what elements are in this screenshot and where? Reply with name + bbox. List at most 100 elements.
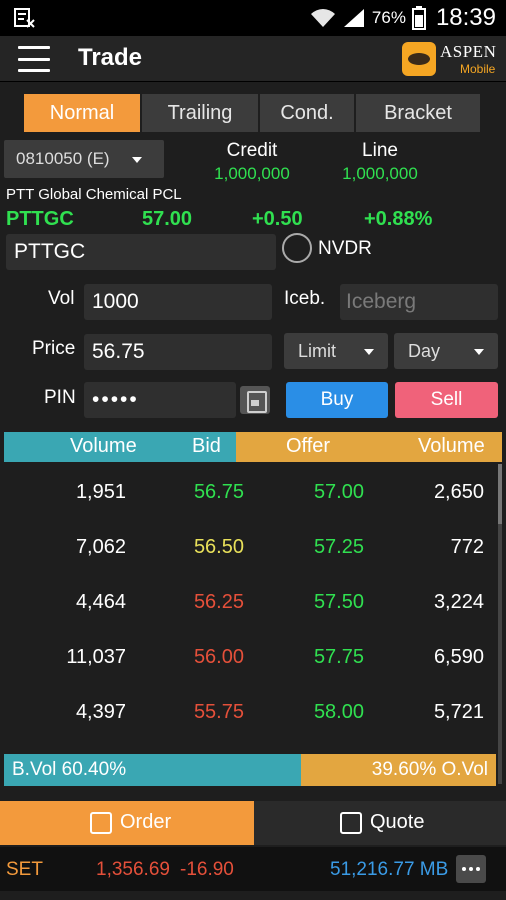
wifi-icon [310,9,335,27]
chevron-down-icon [364,349,374,355]
tab-bracket[interactable]: Bracket [356,94,480,132]
account-value: 0810050 (E) [16,149,110,168]
order-book-row[interactable]: 4,397 55.75 58.00 5,721 [0,701,506,731]
bid-price: 55.75 [193,701,244,723]
market-name: SET [6,859,43,880]
offer-volume: 6,590 [433,646,484,668]
bid-volume-header: Volume [70,435,137,457]
aspen-logo: ASPEN Mobile [402,42,498,78]
notification-icon [14,8,35,28]
battery-percent: 76% [371,8,406,27]
bid-price: 56.75 [193,481,244,503]
tab-order[interactable]: Order [0,801,254,845]
order-icon [90,812,112,834]
order-book-row[interactable]: 11,037 56.00 57.75 6,590 [0,646,506,676]
line-value: 1,000,000 [342,164,418,183]
validity-dropdown[interactable]: Day [394,333,498,369]
order-tab-label: Order [120,811,172,833]
market-value: 51,216.77 MB [330,859,449,880]
nvdr-radio[interactable] [282,233,312,263]
volume-ratio-bar: B.Vol 60.40% 39.60% O.Vol [4,754,496,786]
order-book-row[interactable]: 7,062 56.50 57.25 772 [0,536,506,566]
pin-label: PIN [44,387,76,408]
percent-change: +0.88% [364,208,433,230]
offer-volume: 3,224 [433,591,484,613]
nvdr-label: NVDR [318,238,372,259]
bid-volume: 4,397 [75,701,126,723]
app-bar: Trade ASPEN Mobile [0,36,506,82]
price-change: +0.50 [252,208,303,230]
order-book-row[interactable]: 4,464 56.25 57.50 3,224 [0,591,506,621]
bid-price: 56.25 [193,591,244,613]
page-title: Trade [78,44,143,71]
logo-text: ASPEN [440,42,497,61]
vol-label: Vol [48,288,75,309]
bid-volume-ratio: B.Vol 60.40% [12,759,127,780]
credit-label: Credit [226,140,278,161]
clock: 18:39 [435,4,496,31]
battery-icon [411,6,426,30]
symbol-input[interactable]: PTTGC [6,234,276,270]
menu-icon[interactable] [18,46,50,72]
offer-volume: 2,650 [433,481,484,503]
iceberg-label: Iceb. [284,288,326,309]
offer-volume-header: Volume [418,435,485,457]
validity-value: Day [408,340,441,361]
aspen-logo-icon [402,42,436,76]
bid-header: Bid [192,435,221,457]
account-dropdown[interactable]: 0810050 (E) [4,140,164,178]
bid-volume: 11,037 [66,646,126,668]
quote-tab-label: Quote [370,811,425,833]
more-options-icon[interactable] [456,855,486,883]
price-input[interactable]: 56.75 [84,334,272,370]
bid-price: 56.50 [193,536,244,558]
iceberg-input[interactable]: Iceberg [340,284,498,320]
tab-normal[interactable]: Normal [24,94,140,132]
logo-subtext: Mobile [460,62,496,76]
offer-price: 58.00 [313,701,364,723]
market-change: -16.90 [180,859,234,880]
offer-volume: 772 [450,536,484,558]
order-book-header: Volume Bid Offer Volume [4,432,502,462]
chevron-down-icon [474,349,484,355]
offer-price: 57.00 [313,481,364,503]
bid-volume: 4,464 [75,591,126,613]
signal-icon [343,9,364,27]
chevron-down-icon [132,157,142,163]
bid-volume: 1,951 [75,481,126,503]
price-type-value: Limit [298,340,337,361]
bottom-tabs: Order Quote [0,801,506,845]
line-info: Line 1,000,000 [332,140,428,184]
buy-button[interactable]: Buy [286,382,388,418]
stock-symbol: PTTGC [6,208,74,230]
scrollbar-thumb[interactable] [498,464,502,524]
sell-button[interactable]: Sell [395,382,498,418]
company-name: PTT Global Chemical PCL [6,186,182,203]
market-ticker[interactable]: SET 1,356.69 -16.90 51,216.77 MB [0,847,506,891]
status-bar: 76% 18:39 [0,0,506,36]
volume-input[interactable]: 1000 [84,284,272,320]
market-index: 1,356.69 [96,859,170,880]
offer-price: 57.50 [313,591,364,613]
tab-trailing[interactable]: Trailing [142,94,258,132]
offer-price: 57.75 [313,646,364,668]
list-icon [340,812,362,834]
tab-quote[interactable]: Quote [254,801,506,845]
price-type-dropdown[interactable]: Limit [284,333,388,369]
bid-volume: 7,062 [75,536,126,558]
order-book-row[interactable]: 1,951 56.75 57.00 2,650 [0,481,506,511]
credit-value: 1,000,000 [214,164,290,183]
order-type-tabs: Normal Trailing Cond. Bracket [24,94,482,132]
line-label: Line [362,140,398,161]
tab-conditional[interactable]: Cond. [260,94,354,132]
pin-input[interactable]: ••••• [84,382,236,418]
save-pin-icon[interactable] [240,386,270,414]
credit-info: Credit 1,000,000 [206,140,298,184]
offer-header: Offer [286,435,331,457]
offer-volume: 5,721 [433,701,484,723]
offer-volume-ratio: 39.60% O.Vol [371,759,488,780]
price-label: Price [32,338,76,359]
last-price: 57.00 [142,208,193,230]
offer-price: 57.25 [313,536,364,558]
bid-price: 56.00 [193,646,244,668]
